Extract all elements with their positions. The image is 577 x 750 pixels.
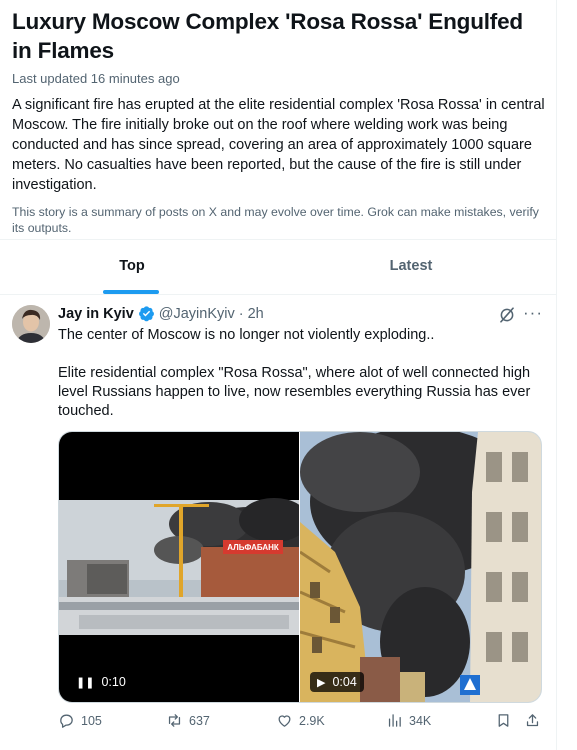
bank-sign-text: АЛЬФАБАНК (227, 543, 279, 552)
author-name[interactable]: Jay in Kyiv (58, 306, 134, 322)
story-title: Luxury Moscow Complex 'Rosa Rossa' Engul… (12, 9, 523, 63)
video-player-2[interactable]: ▶ 0:04 (299, 432, 541, 702)
more-options-icon[interactable]: ··· (523, 303, 543, 323)
pause-icon[interactable]: ❚❚ (76, 676, 94, 689)
video-player-1[interactable]: АЛЬФАБАНК ❚❚ 0:10 (59, 432, 309, 702)
video-duration: 0:10 (101, 675, 126, 689)
tweet-time[interactable]: 2h (248, 306, 264, 322)
tweet-header: Jay in Kyiv @JayinKyiv · 2h (58, 305, 264, 322)
share-icon (526, 714, 539, 727)
tweet-actions: 105 637 2.9K 34K (58, 712, 548, 734)
story-text: A significant fire has erupted at the el… (12, 97, 545, 193)
author-handle[interactable]: @JayinKyiv (159, 306, 235, 322)
tab-latest[interactable]: Latest (355, 258, 467, 294)
like-count: 2.9K (299, 713, 325, 728)
tweet-paragraph: The center of Moscow is no longer not vi… (58, 327, 435, 343)
video-timer-1[interactable]: ❚❚ 0:10 (69, 672, 133, 692)
repost-button[interactable]: 637 (166, 712, 210, 729)
share-button[interactable] (524, 712, 547, 729)
like-button[interactable]: 2.9K (276, 712, 325, 729)
views-button[interactable]: 34K (386, 712, 431, 729)
tabs-divider (0, 294, 556, 295)
media-grid: АЛЬФАБАНК ❚❚ 0:10 ▶ 0:04 (58, 431, 542, 703)
views-chart-icon (388, 714, 401, 727)
grok-story-summary: Luxury Moscow Complex 'Rosa Rossa' Engul… (12, 0, 547, 236)
avatar[interactable] (12, 305, 50, 343)
grok-disclaimer: This story is a summary of posts on X an… (12, 205, 539, 235)
reply-icon (60, 714, 73, 728)
video-duration: 0:04 (332, 675, 357, 689)
last-updated: Last updated 16 minutes ago (12, 71, 180, 86)
heart-icon (278, 715, 291, 727)
grok-icon[interactable] (498, 306, 516, 324)
fire-video-thumbnail-1: АЛЬФАБАНК (59, 498, 309, 635)
tweet-text: The center of Moscow is no longer not vi… (58, 326, 538, 440)
separator-dot: · (238, 305, 244, 322)
repost-count: 637 (189, 713, 210, 728)
tab-top[interactable]: Top (74, 258, 190, 294)
bookmark-icon (498, 714, 509, 727)
video-timer-2[interactable]: ▶ 0:04 (310, 672, 364, 692)
timeline-right-border (556, 0, 557, 750)
view-count: 34K (409, 713, 432, 728)
bookmark-button[interactable] (495, 712, 518, 729)
summary-divider (0, 239, 556, 240)
reply-button[interactable]: 105 (58, 712, 102, 729)
play-icon[interactable]: ▶ (317, 676, 325, 689)
repost-icon (168, 714, 181, 727)
reply-count: 105 (81, 713, 102, 728)
tweet-paragraph: Elite residential complex "Rosa Rossa", … (58, 365, 531, 419)
fire-video-thumbnail-2 (299, 432, 541, 702)
verified-badge-icon[interactable] (138, 305, 155, 322)
